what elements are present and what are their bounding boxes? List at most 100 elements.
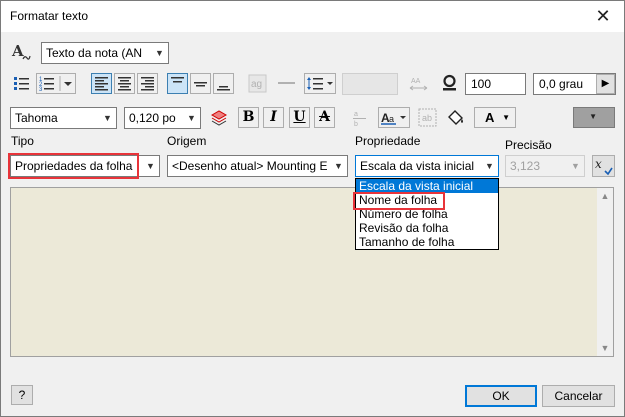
propriedade-combo[interactable]: Escala da vista inicial ▼ bbox=[355, 155, 499, 177]
origem-label: Origem bbox=[167, 134, 207, 148]
text-style-icon: A bbox=[11, 42, 31, 62]
align-center-icon bbox=[118, 77, 131, 91]
title-bar: Formatar texto ✕ bbox=[1, 1, 624, 32]
svg-text:AA: AA bbox=[411, 78, 421, 85]
font-combo[interactable]: Tahoma ▼ bbox=[10, 107, 117, 129]
text-case-icon: A a bbox=[381, 111, 406, 125]
align-right-icon bbox=[141, 77, 154, 91]
close-icon[interactable]: ✕ bbox=[591, 4, 615, 28]
svg-text:ag: ag bbox=[251, 79, 262, 90]
rotation-next-button[interactable]: ▶ bbox=[596, 74, 615, 94]
chevron-down-icon: ▼ bbox=[589, 112, 597, 121]
strikethrough-icon: A bbox=[319, 109, 330, 125]
align-top-button[interactable] bbox=[167, 73, 188, 94]
strikethrough-button[interactable]: A bbox=[314, 107, 335, 128]
format-text-dialog: Formatar texto ✕ A Texto da nota (AN ▼ 1… bbox=[0, 0, 625, 417]
chevron-down-icon[interactable]: ▼ bbox=[597, 343, 613, 353]
line-spacing-icon bbox=[307, 77, 333, 90]
origem-value: <Desenho atual> Mounting E bbox=[172, 159, 328, 173]
propriedade-label: Propriedade bbox=[355, 134, 421, 148]
chevron-down-icon: ▼ bbox=[103, 113, 112, 123]
line-icon bbox=[278, 82, 295, 84]
dropdown-option-escala-vista-inicial[interactable]: Escala da vista inicial bbox=[356, 179, 498, 193]
bullet-list-button[interactable] bbox=[11, 73, 32, 94]
font-size-combo[interactable]: 0,120 po ▼ bbox=[124, 107, 201, 129]
numbered-list-icon: 1 2 3 bbox=[39, 76, 72, 93]
line-spacing-button[interactable] bbox=[304, 73, 336, 94]
align-left-icon bbox=[95, 77, 108, 91]
align-middle-icon bbox=[194, 82, 207, 87]
nome-da-folha-highlight bbox=[353, 192, 445, 210]
origem-combo[interactable]: <Desenho atual> Mounting E ▼ bbox=[167, 155, 348, 177]
precisao-label: Precisão bbox=[505, 138, 552, 152]
align-center-button[interactable] bbox=[114, 73, 135, 94]
superscript-button[interactable]: a b bbox=[349, 107, 370, 128]
chevron-up-icon[interactable]: ▲ bbox=[597, 191, 613, 201]
align-top-icon bbox=[171, 77, 184, 83]
line-spacing-value-field[interactable] bbox=[342, 73, 398, 95]
paint-bucket-icon bbox=[448, 110, 463, 125]
dropdown-option-revisao-da-folha[interactable]: Revisão da folha bbox=[356, 221, 498, 235]
editor-vertical-scrollbar[interactable]: ▲ ▼ bbox=[597, 188, 613, 356]
insert-parameter-icon: x bbox=[595, 157, 613, 176]
svg-text:a: a bbox=[354, 111, 358, 118]
rotation-value: 0,0 grau bbox=[539, 77, 584, 91]
line-button[interactable] bbox=[276, 73, 297, 94]
svg-text:a: a bbox=[389, 114, 394, 124]
text-case-button[interactable]: A a bbox=[378, 107, 410, 128]
spacing-field[interactable]: 100 bbox=[465, 73, 526, 95]
width-scale-button[interactable]: AA bbox=[408, 73, 429, 94]
chevron-down-icon: ▼ bbox=[485, 161, 494, 171]
chevron-down-icon: ▼ bbox=[571, 161, 580, 171]
superscript-icon: a b bbox=[353, 111, 366, 128]
align-left-button[interactable] bbox=[91, 73, 112, 94]
dialog-title: Formatar texto bbox=[10, 9, 89, 23]
background-color-button[interactable]: ▼ bbox=[573, 107, 615, 128]
dropdown-option-tamanho-de-folha[interactable]: Tamanho de folha bbox=[356, 235, 498, 249]
text-style-value: Texto da nota (AN bbox=[46, 46, 143, 60]
chevron-right-icon: ▶ bbox=[601, 78, 610, 89]
svg-text:x: x bbox=[595, 157, 602, 171]
spacing-icon bbox=[439, 73, 460, 94]
chevron-down-icon: ▼ bbox=[146, 161, 155, 171]
chevron-down-icon: ▼ bbox=[187, 113, 196, 123]
underline-icon: U bbox=[293, 109, 306, 125]
help-icon: ? bbox=[18, 388, 26, 402]
text-color-button[interactable]: A ▼ bbox=[474, 107, 516, 128]
cancel-button[interactable]: Cancelar bbox=[542, 385, 615, 407]
chevron-down-icon: ▼ bbox=[334, 161, 343, 171]
svg-text:3: 3 bbox=[39, 87, 43, 93]
precisao-value: 3,123 bbox=[510, 159, 541, 173]
fill-color-button[interactable] bbox=[445, 107, 466, 128]
align-bottom-icon bbox=[217, 86, 230, 91]
text-layers-icon bbox=[210, 110, 228, 126]
insert-parameter-button[interactable]: x bbox=[592, 155, 615, 177]
ok-button[interactable]: OK bbox=[465, 385, 537, 407]
text-editor-area[interactable]: ▲ ▼ bbox=[10, 187, 614, 357]
spacing-value: 100 bbox=[471, 77, 492, 91]
width-scale-icon: AA bbox=[409, 78, 428, 91]
propriedade-dropdown-list: Escala da vista inicial Nome da folha Nú… bbox=[355, 178, 499, 250]
chevron-down-icon: ▼ bbox=[502, 113, 510, 122]
svg-text:ab: ab bbox=[422, 113, 432, 123]
text-layers-button[interactable] bbox=[209, 107, 230, 128]
align-bottom-button[interactable] bbox=[213, 73, 234, 94]
help-button[interactable]: ? bbox=[11, 385, 33, 405]
precisao-combo[interactable]: 3,123 ▼ bbox=[505, 155, 585, 177]
bold-button[interactable]: B bbox=[238, 107, 259, 128]
align-right-button[interactable] bbox=[137, 73, 158, 94]
font-size-value: 0,120 po bbox=[129, 111, 176, 125]
text-color-icon: A bbox=[485, 110, 495, 125]
text-style-combo[interactable]: Texto da nota (AN ▼ bbox=[41, 42, 169, 64]
stack-text-button[interactable]: ag bbox=[247, 73, 268, 94]
italic-icon: I bbox=[270, 109, 277, 125]
chevron-down-icon: ▼ bbox=[155, 48, 164, 58]
font-value: Tahoma bbox=[15, 111, 58, 125]
numbered-list-button[interactable]: 1 2 3 bbox=[36, 73, 76, 94]
text-frame-button[interactable]: ab bbox=[417, 107, 438, 128]
underline-button[interactable]: U bbox=[289, 107, 310, 128]
align-middle-button[interactable] bbox=[190, 73, 211, 94]
stack-text-icon: ag bbox=[248, 74, 267, 93]
bold-icon: B bbox=[242, 109, 255, 125]
italic-button[interactable]: I bbox=[263, 107, 284, 128]
